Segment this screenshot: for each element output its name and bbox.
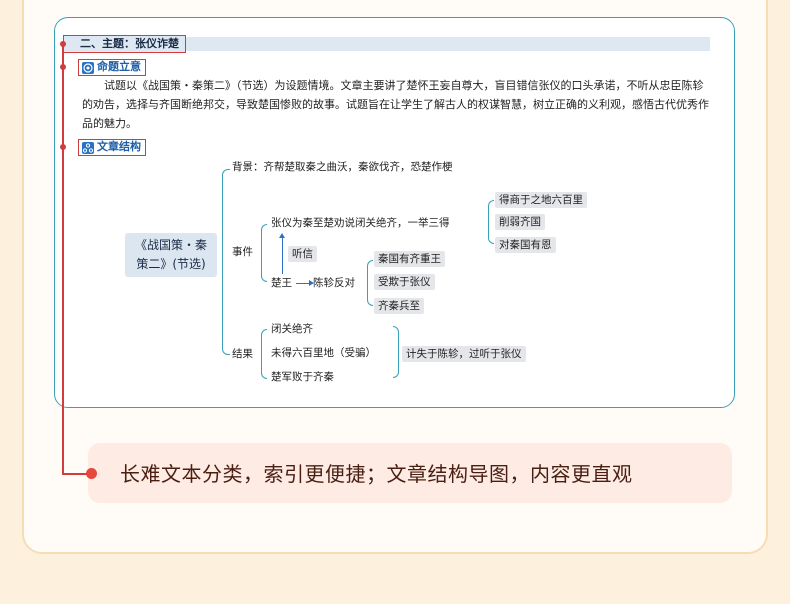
arrow-right-icon [296, 279, 314, 287]
structure-icon [82, 141, 94, 154]
events-node: 事件 [232, 246, 253, 258]
conclusion-chip: 计失于陈轸，过听于张仪 [402, 346, 526, 362]
mindmap-root: 《战国策・秦 策二》(节选) [125, 233, 217, 277]
gain-chip: 对秦国有恩 [495, 237, 556, 253]
result-bracket [261, 329, 267, 379]
reason-chip: 齐秦兵至 [374, 298, 424, 314]
root-bracket [222, 169, 230, 355]
arrow-up-icon [278, 233, 286, 274]
bullet-dot [86, 468, 97, 479]
callout-line-horizontal [62, 473, 88, 475]
gains-bracket [488, 200, 494, 244]
gain-chip: 削弱齐国 [495, 214, 545, 230]
chenzhen-node: 陈轸反对 [313, 277, 355, 289]
callout-dot [59, 41, 66, 47]
callout-line [62, 44, 64, 474]
zhangyi-node: 张仪为秦至楚劝说闭关绝齐，一举三得 [271, 217, 450, 229]
target-icon [82, 61, 94, 74]
section-title: 二、主题：张仪诈楚 [63, 35, 186, 53]
structure-label: 文章结构 [97, 140, 141, 153]
intent-paragraph: 试题以《战国策・秦策二》（节选）为设题情境。文章主要讲了楚怀王妄自尊大，盲目错信… [82, 79, 709, 130]
callout-dot [59, 144, 66, 150]
result-node: 结果 [232, 348, 253, 360]
summary-text: 长难文本分类，索引更便捷；文章结构导图，内容更直观 [120, 462, 633, 486]
listen-chip: 听信 [288, 246, 317, 262]
events-bracket [261, 224, 267, 282]
result-item: 闭关绝齐 [271, 323, 313, 335]
result-item: 未得六百里地（受骗） [271, 347, 376, 359]
reasons-bracket [367, 260, 373, 306]
gain-chip: 得商于之地六百里 [495, 192, 587, 208]
intent-tag: 命题立意 [78, 59, 146, 76]
background-node: 背景：齐帮楚取秦之曲沃，秦欲伐齐，恐楚作梗 [232, 161, 453, 173]
chuwang-node: 楚王 [271, 277, 292, 289]
result-item: 楚军败于齐秦 [271, 371, 334, 383]
callout-dot [59, 64, 66, 70]
intent-label: 命题立意 [97, 60, 141, 73]
result-close-bracket [393, 326, 399, 378]
structure-tag: 文章结构 [78, 139, 146, 156]
reason-chip: 秦国有齐重王 [374, 251, 445, 267]
reason-chip: 受欺于张仪 [374, 274, 435, 290]
